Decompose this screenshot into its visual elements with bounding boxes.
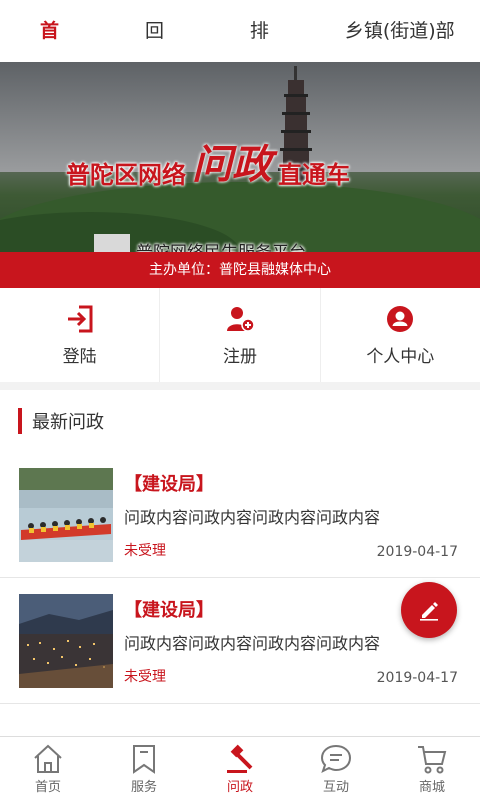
list-item[interactable]: 【建设局】 问政内容问政内容问政内容问政内容 未受理 2019-04-17 (0, 452, 480, 578)
nav-interact-label: 互动 (322, 779, 349, 795)
status-badge: 未受理 (124, 542, 166, 559)
nav-home-label: 首页 (34, 779, 61, 795)
banner[interactable]: 普陀区网络 问政 直通车 普陀网络民生服务平台 (0, 62, 480, 252)
nav-interact[interactable]: 互动 (288, 737, 384, 800)
top-tab-bar: 首页 回复 排行 乡镇(街道)部门 (0, 0, 480, 104)
banner-title-suffix: 直通车 (278, 161, 350, 189)
pencil-icon (420, 602, 438, 621)
post-content: 问政内容问政内容问政内容问政内容 (124, 633, 381, 653)
new-post-button[interactable] (401, 582, 457, 638)
nav-home[interactable]: 首页 (0, 737, 96, 800)
nav-mall[interactable]: 商城 (384, 737, 480, 800)
night-city-image (19, 593, 113, 688)
register-icon (226, 306, 255, 332)
app-page: 首页 回复 排行 乡镇(街道)部门 (0, 0, 480, 800)
bottom-nav: 首页 服务 问政 互动 商城 (0, 736, 480, 800)
user-center-label: 个人中心 (366, 346, 435, 367)
post-content: 问政内容问政内容问政内容问政内容 (124, 507, 381, 527)
chat-icon (320, 744, 352, 773)
cart-icon (418, 745, 447, 773)
tab-replies[interactable]: 回复 (135, 0, 192, 104)
gavel-icon (227, 744, 253, 773)
user-center-icon (387, 305, 414, 332)
nav-service[interactable]: 服务 (96, 737, 192, 800)
nav-mall-label: 商城 (418, 779, 445, 795)
user-center-button[interactable]: 个人中心 (321, 288, 480, 382)
post-date: 2019-04-17 (376, 543, 458, 560)
nav-wenzheng[interactable]: 问政 (192, 737, 288, 800)
dragon-boat-image (19, 467, 113, 562)
post-info: 【建设局】 问政内容问政内容问政内容问政内容 未受理 2019-04-17 (124, 468, 458, 562)
post-department: 【建设局】 (124, 473, 214, 495)
host-bar: 主办单位：普陀县融媒体中心 (0, 252, 480, 288)
nav-service-label: 服务 (130, 779, 157, 795)
banner-title-prefix: 普陀区网络 (66, 161, 186, 189)
login-label: 登陆 (62, 346, 97, 367)
post-department: 【建设局】 (124, 599, 214, 621)
section-accent-bar (18, 408, 22, 434)
quick-actions: 登陆 注册 个人中心 (0, 288, 480, 382)
bookmark-icon (133, 744, 155, 774)
banner-house (94, 234, 130, 252)
tab-ranking[interactable]: 排行 (240, 0, 297, 104)
login-icon (67, 305, 93, 332)
tab-departments[interactable]: 乡镇(街道)部门 (335, 0, 480, 104)
status-badge: 未受理 (124, 668, 166, 685)
register-label: 注册 (222, 346, 257, 367)
section-header: 最新问政 (0, 390, 480, 452)
home-icon (34, 744, 62, 773)
register-button[interactable]: 注册 (160, 288, 321, 382)
banner-title-highlight: 问政 (192, 142, 272, 188)
nav-wenzheng-label: 问政 (226, 779, 253, 795)
section-title: 最新问政 (32, 412, 104, 433)
tab-home[interactable]: 首页 (30, 0, 87, 104)
post-date: 2019-04-17 (376, 669, 458, 686)
banner-subtitle: 普陀网络民生服务平台 (136, 238, 306, 252)
banner-title: 普陀区网络 问政 直通车 (66, 132, 350, 190)
login-button[interactable]: 登陆 (0, 288, 161, 382)
